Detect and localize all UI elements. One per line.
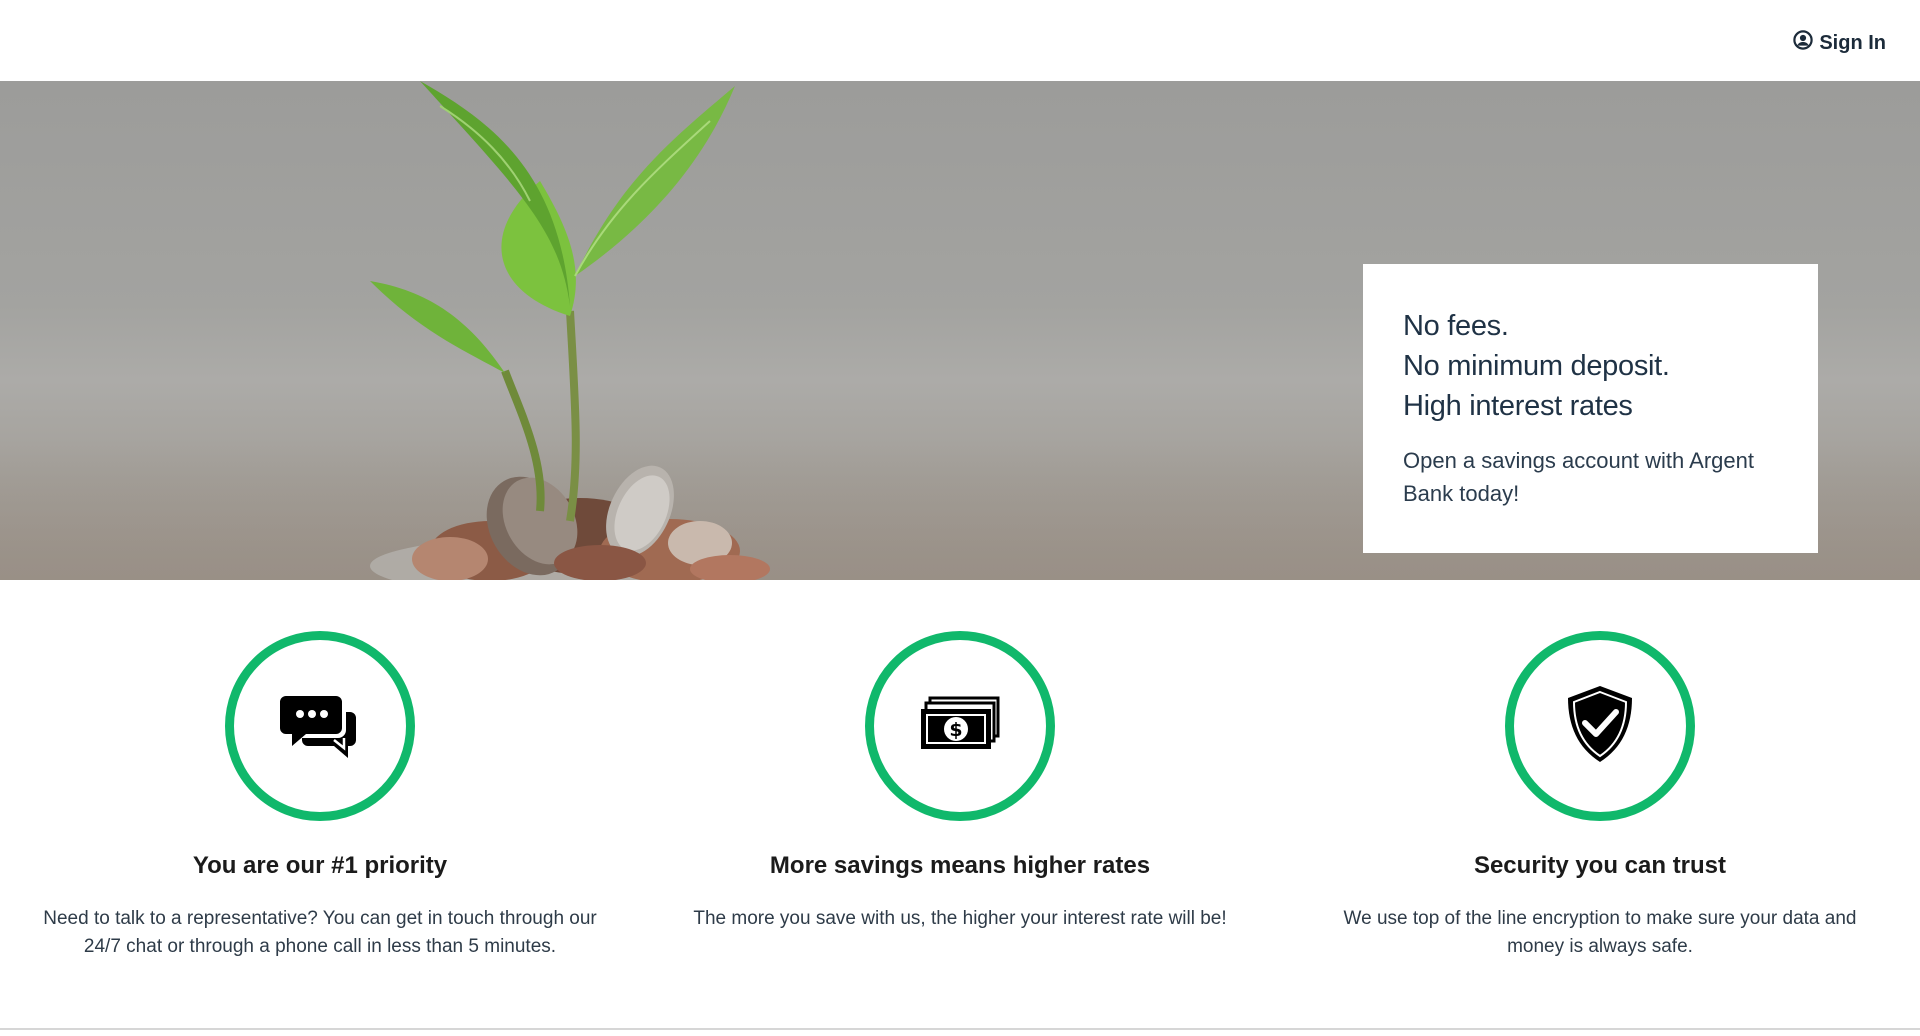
promo-subtext: Open a savings account with Argent Bank …: [1403, 448, 1754, 506]
promo-line: High interest rates: [1403, 390, 1633, 422]
feature-description: The more you save with us, the higher yo…: [693, 908, 1227, 929]
chat-icon: [278, 682, 362, 771]
feature-icon-circle: $: [865, 631, 1055, 821]
feature-icon-circle: [1505, 631, 1695, 821]
money-icon: $: [918, 682, 1002, 771]
sign-in-label: Sign In: [1819, 31, 1886, 54]
feature-description: We use top of the line encryption to mak…: [1343, 908, 1857, 957]
feature-title: You are our #1 priority: [192, 852, 448, 879]
shield-check-icon: [1558, 682, 1642, 771]
feature-icon-circle: [225, 631, 415, 821]
promo-card: No fees. No minimum deposit. High intere…: [1363, 264, 1818, 553]
promo-line: No fees.: [1403, 310, 1509, 342]
promo-line: No minimum deposit.: [1403, 350, 1670, 382]
feature-description: Need to talk to a representative? You ca…: [43, 908, 597, 957]
features-section: You are our #1 priority Need to talk to …: [0, 580, 1920, 1028]
top-nav: Sign In: [0, 0, 1920, 81]
promo-headline: No fees. No minimum deposit. High intere…: [1403, 306, 1778, 426]
hero-banner: No fees. No minimum deposit. High intere…: [0, 81, 1920, 580]
feature-title: Security you can trust: [1473, 852, 1727, 879]
feature-title: More savings means higher rates: [769, 852, 1151, 879]
footer-divider: [0, 1028, 1920, 1030]
plant-coins-image: [370, 81, 770, 580]
svg-text:$: $: [949, 719, 962, 741]
sign-in-link[interactable]: Sign In: [1793, 30, 1886, 56]
user-circle-icon: [1793, 30, 1814, 56]
